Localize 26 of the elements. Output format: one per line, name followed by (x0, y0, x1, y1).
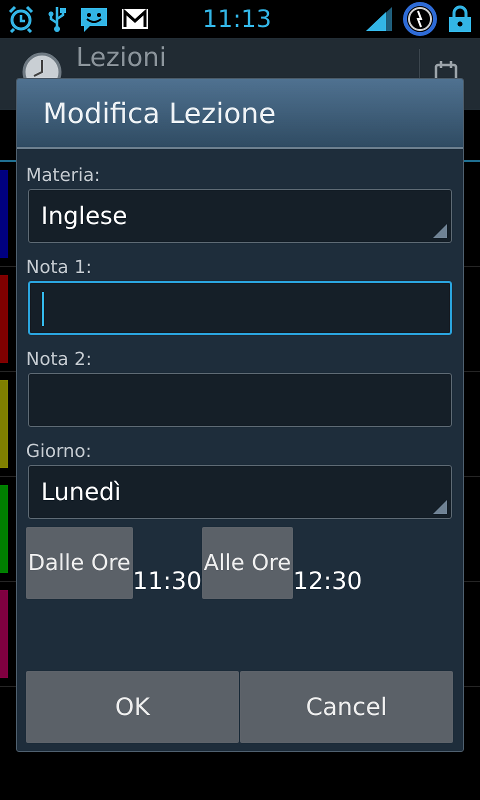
message-icon (80, 5, 108, 33)
signal-icon (366, 7, 392, 31)
field-label: Nota 2: (26, 348, 93, 372)
clock-icon (22, 52, 62, 78)
dialog-button[interactable]: Cancel (240, 671, 453, 743)
dialog-button[interactable]: OK (26, 671, 239, 743)
lock-icon (448, 5, 472, 33)
input-field[interactable] (28, 281, 452, 335)
dropdown-corner-icon (433, 224, 447, 238)
alarm-icon (8, 5, 34, 33)
dropdown-field[interactable]: Inglese (28, 189, 452, 243)
time-value: 12:30 (292, 567, 362, 595)
input-field[interactable] (28, 373, 452, 427)
time-button[interactable]: Alle Ore (202, 527, 293, 599)
usb-icon (48, 5, 66, 33)
clock-time: 11:13 (202, 5, 272, 33)
time-value: 11:30 (132, 567, 202, 595)
app-title: Lezioni (76, 42, 167, 74)
dropdown-field[interactable]: Lunedì (28, 465, 452, 519)
time-button[interactable]: Dalle Ore (26, 527, 133, 599)
mail-icon (122, 9, 148, 29)
dialog-title: Modifica Lezione (17, 79, 463, 149)
field-label: Nota 1: (26, 256, 93, 280)
field-label: Materia: (26, 164, 102, 188)
dropdown-corner-icon (433, 500, 447, 514)
field-label: Giorno: (26, 440, 93, 464)
